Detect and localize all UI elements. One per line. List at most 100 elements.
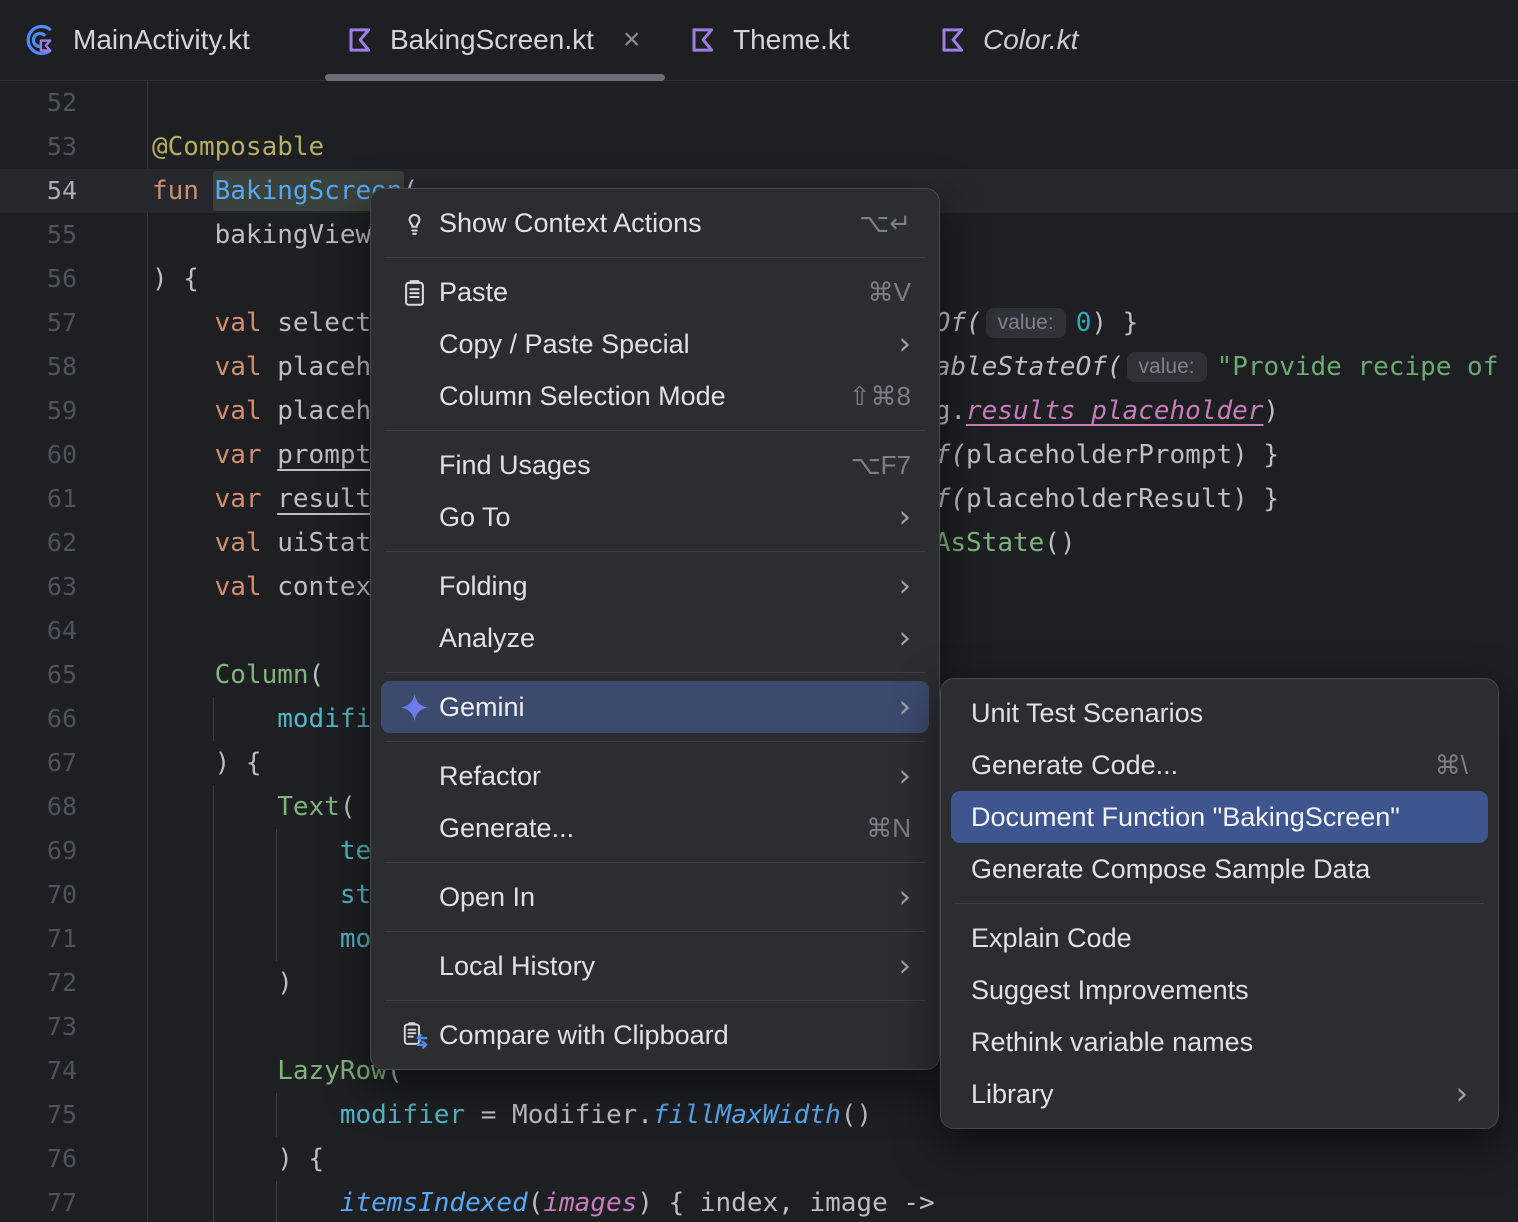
code-text: ) — [152, 961, 293, 1005]
menu-item-copy-paste-special[interactable]: Copy / Paste Special › — [381, 318, 929, 370]
menu-item-generate[interactable]: Generate... ⌘N — [381, 802, 929, 854]
code-token: prompt — [277, 440, 372, 470]
menu-item-find-usages[interactable]: Find Usages ⌥F7 — [381, 439, 929, 491]
menu-item-local-history[interactable]: Local History › — [381, 940, 929, 992]
lightbulb-icon — [399, 208, 439, 239]
menu-item-gemini[interactable]: Gemini › — [381, 681, 929, 733]
code-token: "Provide recipe of — [1216, 352, 1515, 382]
menu-item-show-context-actions[interactable]: Show Context Actions ⌥↵ — [381, 197, 929, 249]
line-number[interactable]: 58 — [0, 345, 77, 389]
menu-separator — [385, 551, 925, 552]
close-tab-icon[interactable]: × — [623, 25, 641, 55]
menu-item-paste[interactable]: Paste ⌘V — [381, 266, 929, 318]
tab-color-kt[interactable]: Color.kt — [938, 0, 1078, 80]
line-number[interactable]: 68 — [0, 785, 77, 829]
kotlin-file-icon — [688, 25, 718, 55]
menu-item-unit-test-scenarios[interactable]: Unit Test Scenarios — [951, 687, 1488, 739]
line-number[interactable]: 62 — [0, 521, 77, 565]
line-number[interactable]: 59 — [0, 389, 77, 433]
menu-separator — [385, 741, 925, 742]
line-number[interactable]: 63 — [0, 565, 77, 609]
line-number[interactable]: 64 — [0, 609, 77, 653]
tab-label: Theme.kt — [733, 24, 850, 55]
chevron-right-icon: › — [898, 498, 911, 535]
line-number[interactable]: 61 — [0, 477, 77, 521]
line-number[interactable]: 76 — [0, 1137, 77, 1181]
line-number[interactable]: 75 — [0, 1093, 77, 1137]
menu-item-label: Suggest Improvements — [971, 974, 1249, 1005]
menu-separator — [385, 862, 925, 863]
code-token: itemsIndexed — [339, 1188, 528, 1218]
code-text: itemsIndexed(images) { index, image -> — [152, 1181, 935, 1222]
code-token: fillMaxWidth — [652, 1100, 841, 1130]
code-token: ) — [152, 968, 293, 998]
menu-item-go-to[interactable]: Go To › — [381, 491, 929, 543]
menu-item-rethink-variable-names[interactable]: Rethink variable names — [951, 1016, 1488, 1068]
line-number[interactable]: 71 — [0, 917, 77, 961]
menu-item-generate-code[interactable]: Generate Code... ⌘\ — [951, 739, 1488, 791]
menu-item-label: Find Usages — [439, 449, 591, 480]
compare-clipboard-icon — [399, 1020, 439, 1051]
menu-shortcut: ⌘V — [867, 276, 911, 307]
menu-shortcut: ⌘\ — [1434, 749, 1468, 780]
line-number[interactable]: 66 — [0, 697, 77, 741]
line-number[interactable]: 69 — [0, 829, 77, 873]
menu-item-label: Compare with Clipboard — [439, 1019, 729, 1050]
line-number[interactable]: 54 — [0, 169, 77, 213]
menu-item-explain-code[interactable]: Explain Code — [951, 912, 1488, 964]
code-line: 76 ) { — [0, 1137, 1518, 1181]
menu-separator — [955, 903, 1484, 904]
code-text: Column( — [152, 653, 325, 697]
menu-item-compare-with-clipboard[interactable]: Compare with Clipboard — [381, 1009, 929, 1061]
line-number[interactable]: 52 — [0, 81, 77, 125]
code-text: ) { — [152, 1137, 324, 1181]
menu-item-label: Document Function "BakingScreen" — [971, 801, 1400, 832]
code-text: modifier = Modifier.fillMaxWidth() — [152, 1093, 872, 1137]
line-number[interactable]: 73 — [0, 1005, 77, 1049]
line-number[interactable]: 74 — [0, 1049, 77, 1093]
menu-item-document-function-bakingscreen[interactable]: Document Function "BakingScreen" — [951, 791, 1488, 843]
code-line: 53 @Composable — [0, 125, 1518, 169]
code-token: fun — [152, 176, 215, 206]
line-number[interactable]: 65 — [0, 653, 77, 697]
line-number[interactable]: 53 — [0, 125, 77, 169]
indent-guide — [276, 1181, 277, 1222]
menu-shortcut: ⌥↵ — [859, 207, 911, 238]
menu-separator — [385, 430, 925, 431]
tab-bakingscreen-kt[interactable]: BakingScreen.kt × — [345, 0, 640, 80]
line-number[interactable]: 72 — [0, 961, 77, 1005]
menu-item-open-in[interactable]: Open In › — [381, 871, 929, 923]
code-token: ) { — [152, 1144, 325, 1174]
code-token: var — [214, 440, 278, 470]
menu-item-analyze[interactable]: Analyze › — [381, 612, 929, 664]
menu-item-library[interactable]: Library › — [951, 1068, 1488, 1120]
line-number[interactable]: 57 — [0, 301, 77, 345]
menu-item-generate-compose-sample-data[interactable]: Generate Compose Sample Data — [951, 843, 1488, 895]
menu-shortcut: ⇧⌘8 — [848, 380, 911, 411]
line-number[interactable]: 55 — [0, 213, 77, 257]
line-number[interactable]: 70 — [0, 873, 77, 917]
code-token: () — [840, 1100, 873, 1130]
code-line: 52 — [0, 81, 1518, 125]
tab-label: Color.kt — [983, 24, 1079, 55]
line-number[interactable]: 60 — [0, 433, 77, 477]
tab-mainactivity-kt[interactable]: MainActivity.kt — [22, 0, 250, 80]
tab-theme-kt[interactable]: Theme.kt — [688, 0, 850, 80]
menu-item-suggest-improvements[interactable]: Suggest Improvements — [951, 964, 1488, 1016]
menu-item-label: Paste — [439, 276, 509, 307]
chevron-right-icon: › — [1455, 1075, 1468, 1112]
menu-item-column-selection-mode[interactable]: Column Selection Mode ⇧⌘8 — [381, 370, 929, 422]
line-number[interactable]: 56 — [0, 257, 77, 301]
line-number[interactable]: 67 — [0, 741, 77, 785]
line-number[interactable]: 77 — [0, 1181, 77, 1222]
code-text: LazyRow( — [152, 1049, 402, 1093]
menu-item-refactor[interactable]: Refactor › — [381, 750, 929, 802]
code-token: ) } — [1232, 440, 1280, 470]
menu-item-folding[interactable]: Folding › — [381, 560, 929, 612]
menu-separator — [385, 931, 925, 932]
menu-item-label: Generate... — [439, 812, 575, 843]
code-token: results_placeholder — [966, 396, 1264, 426]
